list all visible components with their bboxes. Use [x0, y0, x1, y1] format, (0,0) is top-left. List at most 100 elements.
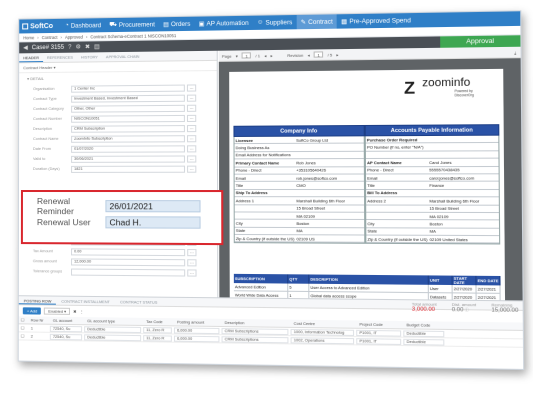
back-arrow-icon[interactable]: ◀ — [23, 44, 28, 51]
info-value: Carol Jones — [429, 159, 452, 165]
field-input[interactable]: 30/06/2021 — [71, 154, 185, 163]
table-cell[interactable]: 6,000.00 — [173, 335, 220, 342]
cart-icon: ⛟ — [109, 21, 117, 29]
field-input[interactable] — [71, 268, 186, 277]
field-input[interactable]: Other, Other — [71, 104, 185, 113]
field-action-icon[interactable]: ⋯ — [186, 124, 197, 132]
first-page-icon[interactable]: ▾ — [236, 53, 238, 58]
info-icon[interactable]: ⓘ — [465, 307, 469, 312]
tab-posting-row[interactable]: POSTING ROW — [18, 296, 57, 305]
table-cell[interactable]: Deductible — [403, 338, 445, 346]
field-action-icon[interactable]: ⋯ — [186, 114, 197, 122]
more-icon[interactable]: ⋮ — [80, 309, 84, 314]
download-icon[interactable]: ⤓ — [514, 49, 516, 54]
table-cell[interactable]: CRM Subscriptions — [221, 335, 289, 343]
tab-references[interactable]: REFERENCES — [43, 53, 77, 62]
document-viewer[interactable]: Z zoominfo Powered by DiscoverOrg Company… — [218, 58, 525, 301]
nav-procurement[interactable]: ⛟ Procurement — [105, 17, 159, 32]
nav-orders[interactable]: ▤ Orders — [159, 17, 194, 32]
table-cell[interactable]: Deductible — [84, 333, 142, 341]
table-cell[interactable]: Deductible — [403, 329, 445, 337]
help-icon[interactable]: ? — [68, 44, 71, 50]
info-key: Title — [235, 182, 244, 189]
table-cell[interactable]: 11, Zero R — [143, 334, 172, 342]
tab-contract-status[interactable]: CONTRACT STATUS — [115, 297, 163, 306]
add-row-button[interactable]: + Add — [22, 307, 42, 315]
tab-history[interactable]: HISTORY — [77, 52, 102, 61]
field-input[interactable]: 1821 — [71, 165, 186, 173]
page-input[interactable]: 1 — [241, 52, 252, 59]
field-action-icon[interactable]: ⋯ — [187, 165, 197, 173]
suppliers-icon: ☺ — [256, 19, 264, 26]
nav-contract[interactable]: ✎ Contract — [296, 14, 338, 30]
table-cell[interactable]: 6,000.00 — [173, 326, 220, 334]
info-value: Boston — [429, 221, 443, 227]
table-cell[interactable]: 1000, Information Technolog — [290, 328, 355, 336]
info-key: Address 1 — [235, 197, 254, 204]
field-action-icon[interactable]: ⋯ — [187, 144, 197, 152]
grid-select-all-checkbox[interactable]: ☐ — [19, 316, 29, 323]
table-cell[interactable]: 72540, Su — [49, 325, 83, 332]
table-cell[interactable]: Deductible — [84, 325, 142, 333]
softco-logo[interactable]: SoftCo — [22, 22, 54, 30]
field-action-icon[interactable]: ⋯ — [187, 258, 197, 266]
renewal-reminder-label: Renewal Reminder — [36, 196, 74, 217]
grid-column-header: GL account type — [87, 318, 116, 324]
nav-suppliers[interactable]: ☺ Suppliers — [253, 15, 297, 30]
renewal-user-field[interactable]: Chad H. — [105, 216, 201, 229]
field-action-icon[interactable]: ⋯ — [186, 104, 197, 112]
grid-column-header: Description — [224, 320, 245, 325]
renewal-reminder-field[interactable]: 26/01/2021 — [105, 200, 201, 213]
field-label: Duration (Days) — [32, 166, 60, 171]
table-cell[interactable]: 11, Zero R — [143, 326, 172, 333]
prev-page-icon[interactable]: ◂ — [264, 53, 266, 58]
table-cell[interactable]: 1002, Operations — [290, 336, 355, 344]
nav-pre-approved-spend[interactable]: ▦ Pre-Approved Spend — [337, 13, 415, 29]
breadcrumb-item[interactable]: Home — [23, 35, 34, 40]
field-input[interactable]: 0.00 — [71, 247, 186, 256]
info-row: Email carol.jones@softco.com — [366, 174, 499, 183]
field-input[interactable]: ZoomInfo Subscription — [71, 134, 185, 143]
table-cell[interactable]: 72540, Su — [49, 333, 83, 340]
tab-contract-installment[interactable]: CONTRACT INSTALLMENT — [56, 297, 115, 306]
total-amount: Total amount 3,000.00 — [412, 301, 437, 313]
row-checkbox[interactable]: ☐ — [19, 332, 29, 339]
field-action-icon[interactable]: ⋯ — [187, 134, 197, 142]
delete-row-icon[interactable]: ✖ — [73, 309, 76, 314]
field-action-icon[interactable]: ⋯ — [187, 268, 197, 277]
remaining-amount: Remaining 15,000.00 — [491, 302, 518, 314]
field-input[interactable]: NISCON10051 — [71, 114, 185, 123]
row-checkbox[interactable]: ☐ — [19, 324, 29, 331]
revision-input[interactable]: 1 — [313, 51, 324, 58]
breadcrumb-item[interactable]: Contract — [42, 35, 58, 40]
info-value: MA 02109 — [429, 213, 449, 219]
logo-text: SoftCo — [30, 22, 54, 30]
field-input[interactable]: CRM Subscription — [71, 124, 185, 133]
tab-header[interactable]: HEADER — [19, 53, 43, 63]
field-action-icon[interactable]: ⋯ — [187, 248, 197, 256]
table-cell[interactable]: P1001, IT — [356, 329, 402, 337]
field-action-icon[interactable]: ⋯ — [187, 154, 197, 163]
subscription-cell: 2/27/2021 — [476, 285, 501, 293]
breadcrumb-item[interactable]: Approved — [65, 35, 83, 40]
document-icon[interactable]: ▤ — [94, 43, 100, 50]
settings-icon[interactable]: ⚙ — [75, 44, 80, 51]
prev-revision-icon[interactable]: ◂ — [308, 52, 310, 57]
field-input[interactable]: 12,000.00 — [71, 257, 186, 266]
field-input[interactable]: 1 Center Inc — [71, 84, 185, 93]
nav-dashboard[interactable]: ◔ Dashboard — [61, 18, 105, 33]
next-page-icon[interactable]: ▸ — [270, 53, 272, 58]
nav-ap-automation[interactable]: ▣ AP Automation — [194, 16, 252, 31]
view-select[interactable]: Enabled ▾ — [44, 307, 71, 315]
field-action-icon[interactable]: ⋯ — [186, 83, 197, 92]
table-cell[interactable]: P1001, IT — [356, 337, 402, 345]
tab-approval-chain[interactable]: APPROVAL CHAIN — [102, 52, 143, 62]
delete-icon[interactable]: ✖ — [85, 43, 90, 50]
breadcrumb-item[interactable]: Contract Schema-eContract 1 NISCON10051 — [90, 33, 176, 39]
field-input[interactable]: 01/07/2020 — [71, 144, 185, 153]
table-cell[interactable]: CRM Subscriptions — [221, 327, 289, 335]
field-action-icon[interactable]: ⋯ — [186, 94, 197, 102]
renewal-reminder-row: Renewal Reminder 26/01/2021 — [36, 196, 221, 217]
next-revision-icon[interactable]: ▸ — [336, 52, 338, 57]
field-input[interactable]: Investment Based, Investment Based — [71, 94, 185, 103]
